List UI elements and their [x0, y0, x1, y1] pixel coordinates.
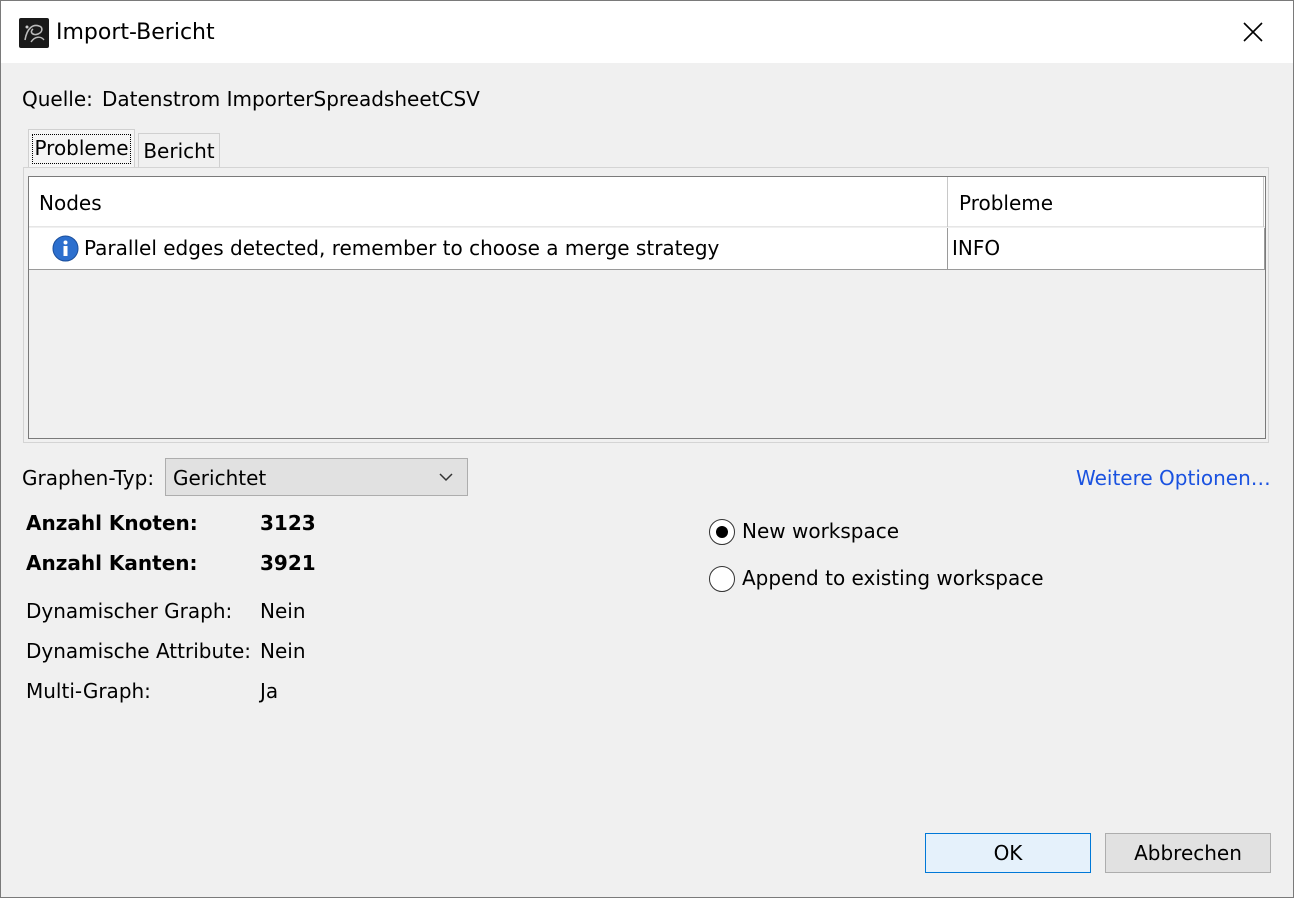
tab-report-label: Bericht	[143, 139, 215, 163]
more-options-link[interactable]: Weitere Optionen…	[1076, 465, 1271, 491]
source-label: Quelle:	[22, 87, 93, 111]
edge-count-value: 3921	[260, 551, 316, 575]
radio-selected-dot	[716, 526, 728, 538]
app-icon	[19, 18, 49, 48]
table-row[interactable]: Parallel edges detected, remember to cho…	[29, 228, 1265, 270]
tab-problems[interactable]: Probleme	[28, 129, 135, 167]
new-workspace-radio[interactable]	[709, 519, 735, 545]
graph-type-label: Graphen-Typ:	[22, 466, 155, 490]
new-workspace-label[interactable]: New workspace	[742, 518, 899, 544]
edge-count-label: Anzahl Kanten:	[26, 551, 198, 575]
close-icon	[1243, 22, 1263, 42]
issues-table[interactable]: Nodes Probleme Parallel edges detected, …	[28, 176, 1266, 439]
append-workspace-radio[interactable]	[709, 566, 735, 592]
title-bar: Import-Bericht	[1, 1, 1293, 63]
dynamic-attributes-value: Nein	[260, 639, 306, 663]
column-header-nodes[interactable]: Nodes	[29, 177, 948, 227]
table-header: Nodes Probleme	[29, 177, 1265, 227]
dynamic-graph-label: Dynamischer Graph:	[26, 599, 233, 623]
multi-graph-label: Multi-Graph:	[26, 679, 151, 703]
cell-message: Parallel edges detected, remember to cho…	[29, 228, 948, 269]
problems-panel: Nodes Probleme Parallel edges detected, …	[23, 167, 1269, 443]
issue-level: INFO	[952, 236, 1001, 260]
import-report-dialog: Import-Bericht Quelle: Datenstrom Import…	[0, 0, 1294, 898]
ok-button[interactable]: OK	[925, 833, 1091, 873]
append-workspace-label[interactable]: Append to existing workspace	[742, 565, 1044, 591]
chevron-down-icon	[439, 473, 453, 482]
dynamic-attributes-label: Dynamische Attribute:	[26, 639, 252, 663]
info-icon	[52, 235, 79, 262]
tab-report[interactable]: Bericht	[138, 133, 220, 167]
node-count-label: Anzahl Knoten:	[26, 511, 198, 535]
column-header-problems[interactable]: Probleme	[949, 177, 1264, 227]
dynamic-graph-value: Nein	[260, 599, 306, 623]
close-button[interactable]	[1233, 12, 1273, 52]
graph-type-select[interactable]: Gerichtet	[165, 458, 468, 496]
source-value: Datenstrom ImporterSpreadsheetCSV	[102, 87, 480, 111]
graph-type-value: Gerichtet	[173, 466, 267, 490]
cancel-button[interactable]: Abbrechen	[1105, 833, 1271, 873]
window-title: Import-Bericht	[56, 20, 215, 45]
issue-message: Parallel edges detected, remember to cho…	[84, 236, 720, 260]
node-count-value: 3123	[260, 511, 316, 535]
multi-graph-value: Ja	[260, 679, 279, 703]
tab-problems-label: Probleme	[34, 136, 129, 160]
